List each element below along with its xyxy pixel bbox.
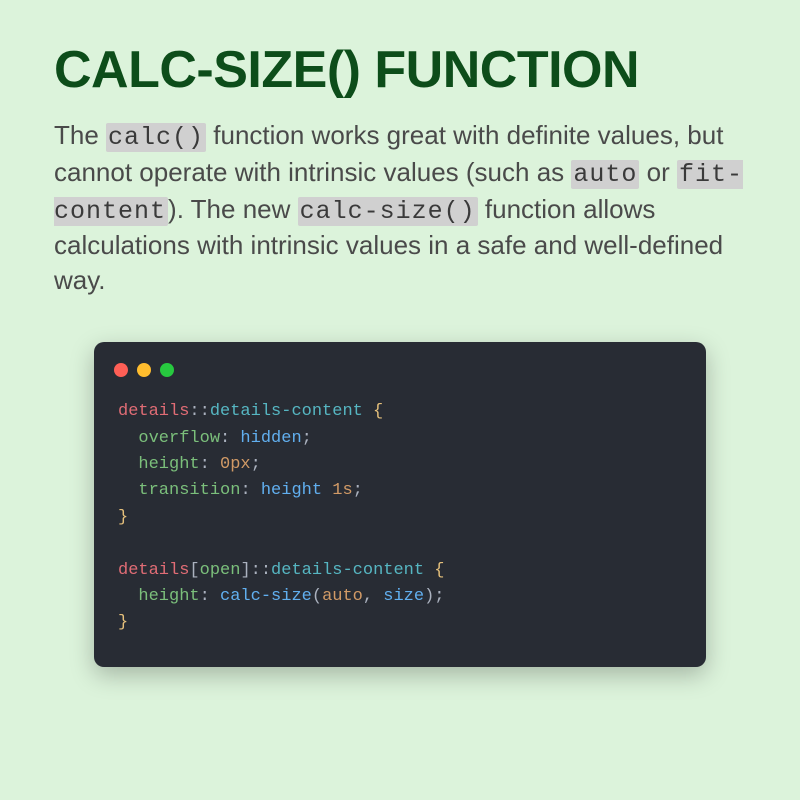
code-prop: height [138,587,199,606]
maximize-icon [160,363,174,377]
code-val: 0px [210,455,251,474]
code-brace: } [118,613,128,632]
code-brace: { [424,561,444,580]
code-prop: height [138,455,199,474]
code-pseudo: details-content [210,402,363,421]
code-val: 1s [322,481,353,500]
code-selector: details [118,402,189,421]
code-punc: ; [302,429,312,448]
code-punc: ; [251,455,261,474]
code-attr: open [200,561,241,580]
code-selector: details [118,561,189,580]
code-punc: :: [251,561,271,580]
code-brace: } [118,508,128,527]
inline-code-calc: calc() [106,123,206,152]
inline-code-auto: auto [571,160,639,189]
code-punc: ; [353,481,363,500]
desc-text: or [639,157,677,187]
window-controls [94,342,706,385]
close-icon [114,363,128,377]
minimize-icon [137,363,151,377]
inline-code-calc-size: calc-size() [298,197,478,226]
code-punc: : [240,481,250,500]
description: The calc() function works great with def… [54,118,746,298]
code-punc: [ [189,561,199,580]
code-punc: ( [312,587,322,606]
code-punc: , [363,587,373,606]
desc-text: The [54,120,106,150]
page-title: calc-size() function [54,40,746,100]
code-block: details::details-content { overflow: hid… [94,385,706,666]
code-arg: auto [322,587,363,606]
code-punc: :: [189,402,209,421]
code-prop: transition [138,481,240,500]
code-punc: : [200,455,210,474]
code-brace: { [363,402,383,421]
code-punc: ) [424,587,434,606]
code-punc: : [220,429,230,448]
code-func: calc-size [210,587,312,606]
code-prop: overflow [138,429,220,448]
code-val: height [251,481,322,500]
code-val: hidden [230,429,301,448]
code-punc: ] [240,561,250,580]
code-arg: size [373,587,424,606]
code-punc: : [200,587,210,606]
desc-text: ). The new [168,194,298,224]
code-editor: details::details-content { overflow: hid… [94,342,706,666]
code-punc: ; [434,587,444,606]
code-pseudo: details-content [271,561,424,580]
